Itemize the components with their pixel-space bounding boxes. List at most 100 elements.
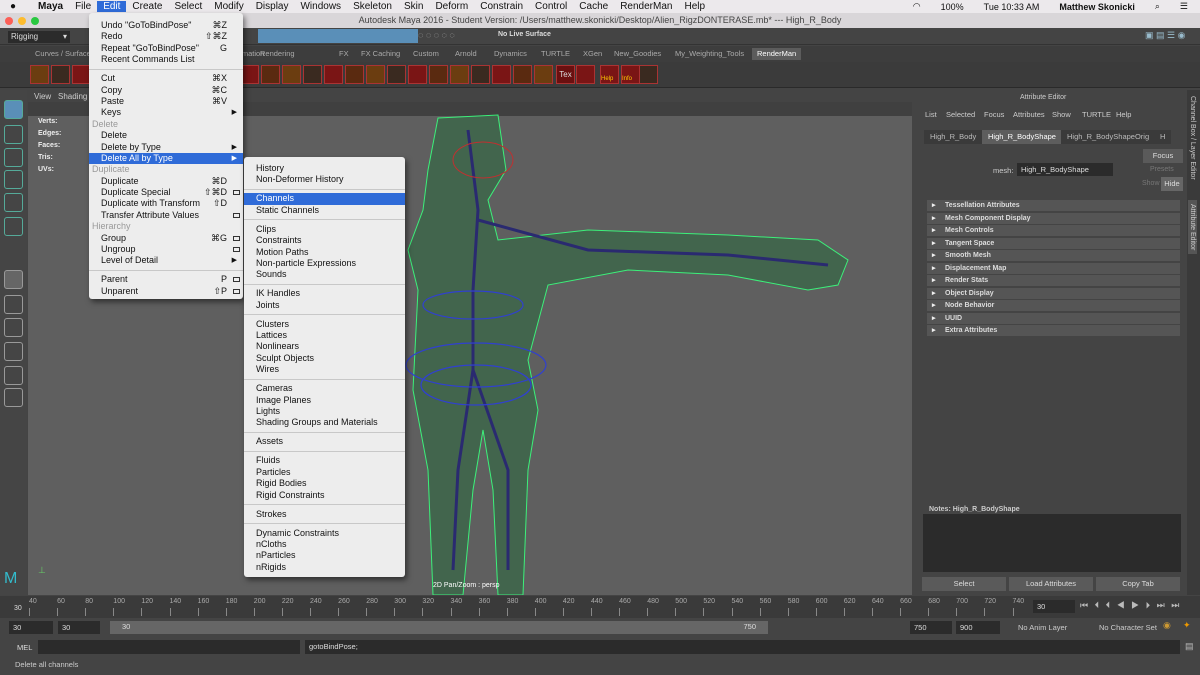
show-button[interactable]: Show [1142, 180, 1160, 187]
shelf-tab[interactable]: FX Caching [356, 48, 405, 60]
load-attributes-button[interactable]: Load Attributes [1009, 577, 1093, 591]
shelf-tool-icon[interactable] [261, 65, 280, 84]
menu-item-non-particle-expressions[interactable]: Non-particle Expressions [244, 258, 405, 269]
command-input[interactable] [38, 640, 300, 654]
layout-icon[interactable] [4, 318, 23, 337]
auto-key-icon[interactable]: ◉ [1163, 620, 1171, 631]
selection-mode-icons[interactable]: ◌ ◌ ◌ ◌ ◌ [418, 30, 498, 42]
shelf-tab[interactable]: Custom [408, 48, 444, 60]
menu-item-delete-by-type[interactable]: Delete by Type ▶ [89, 142, 243, 153]
close-window-button[interactable] [5, 17, 13, 25]
live-surface-field[interactable]: No Live Surface [498, 31, 551, 38]
menu-item-cut[interactable]: Cut ⌘X [89, 73, 243, 84]
menu-item-copy[interactable]: Copy ⌘C [89, 85, 243, 96]
menu-item-clusters[interactable]: Clusters [244, 319, 405, 330]
shelf-tab[interactable]: XGen [578, 48, 607, 60]
anim-layer-dropdown[interactable]: No Anim Layer [1018, 623, 1067, 632]
panel-toggle-icons[interactable]: ▣ ▤ ☰ ◉ [1145, 30, 1195, 42]
ae-section-header[interactable]: Tangent Space [927, 237, 1180, 249]
shelf-tab[interactable]: Dynamics [489, 48, 532, 60]
menu-item-constraints[interactable]: Constraints [244, 235, 405, 246]
shelf-tool-icon[interactable] [534, 65, 553, 84]
shelf-tool-icon[interactable] [30, 65, 49, 84]
menu-cache[interactable]: Cache [573, 1, 614, 12]
menu-deform[interactable]: Deform [429, 1, 474, 12]
tab-channel-box[interactable]: Channel Box / Layer Editor [1189, 96, 1196, 180]
ae-section-header[interactable]: UUID [927, 312, 1180, 324]
script-editor-icon[interactable]: ▤ [1185, 641, 1194, 652]
menu-renderman[interactable]: RenderMan [614, 1, 678, 12]
ae-section-header[interactable]: Tessellation Attributes [927, 200, 1180, 211]
menu-item-sounds[interactable]: Sounds [244, 269, 405, 280]
menu-item-delete-all-by-type[interactable]: Delete All by Type ▶ [89, 152, 243, 165]
shelf-tool-icon[interactable] [492, 65, 511, 84]
menu-edit[interactable]: Edit [97, 1, 127, 12]
shelf-tool-icon[interactable] [387, 65, 406, 84]
ae-section-header[interactable]: Render Stats [927, 275, 1180, 286]
single-view-layout-icon[interactable] [4, 270, 23, 289]
menu-help[interactable]: Help [678, 1, 711, 12]
select-button[interactable]: Select [922, 577, 1006, 591]
ae-menu-show[interactable]: Show [1052, 110, 1071, 119]
menu-maya[interactable]: Maya [32, 1, 69, 12]
mesh-name-field[interactable]: High_R_BodyShape [1017, 163, 1113, 176]
ae-node-tab[interactable]: High_R_BodyShape [982, 130, 1062, 144]
ae-node-tab[interactable]: High_R_BodyShapeOrig [1061, 130, 1156, 144]
ae-section-header[interactable]: Smooth Mesh [927, 250, 1180, 261]
shelf-tab[interactable]: Arnold [450, 48, 482, 60]
range-slider-bar[interactable]: 30 750 [110, 621, 768, 634]
menu-item-group[interactable]: Group ⌘G [89, 233, 243, 244]
tab-attribute-editor[interactable]: Attribute Editor [1188, 200, 1197, 255]
move-tool-icon[interactable] [4, 170, 23, 189]
menu-item-repeat-gotobindpose[interactable]: Repeat "GoToBindPose" G [89, 43, 243, 54]
shelf-tab[interactable]: FX [334, 48, 354, 60]
option-box-icon[interactable] [233, 277, 240, 283]
presets-button[interactable]: Presets [1150, 166, 1174, 173]
menu-control[interactable]: Control [529, 1, 573, 12]
shelf-tool-icon[interactable] [408, 65, 427, 84]
menu-skin[interactable]: Skin [398, 1, 429, 12]
ae-section-header[interactable]: Mesh Controls [927, 225, 1180, 236]
menu-item-lights[interactable]: Lights [244, 406, 405, 417]
option-box-icon[interactable] [233, 212, 240, 218]
playback-controls[interactable]: ⏮ ⏴ ⏴ ◀ ▶ ⏵ ⏭ ⏭ [1080, 600, 1181, 611]
menu-item-fluids[interactable]: Fluids [244, 455, 405, 466]
menu-item-history[interactable]: History [244, 163, 405, 174]
menu-modify[interactable]: Modify [208, 1, 249, 12]
ae-menu-attributes[interactable]: Attributes [1013, 110, 1045, 119]
ae-node-tab[interactable]: High_R_Body [924, 130, 983, 144]
menu-item-redo[interactable]: Redo ⇧⌘Z [89, 31, 243, 42]
menu-item-dynamic-constraints[interactable]: Dynamic Constraints [244, 528, 405, 539]
ae-section-header[interactable]: Mesh Component Display [927, 212, 1180, 224]
shelf-tool-icon[interactable] [303, 65, 322, 84]
shelf-tool-icon[interactable] [324, 65, 343, 84]
menu-item-level-of-detail[interactable]: Level of Detail ▶ [89, 255, 243, 266]
paint-select-tool-icon[interactable] [4, 148, 23, 167]
menu-item-shading-groups-and-materials[interactable]: Shading Groups and Materials [244, 417, 405, 428]
ae-section-header[interactable]: Object Display [927, 287, 1180, 299]
spotlight-search-icon[interactable]: ⌕ [1149, 1, 1166, 12]
menu-item-sculpt-objects[interactable]: Sculpt Objects [244, 353, 405, 364]
menu-display[interactable]: Display [250, 1, 295, 12]
current-frame-field[interactable]: 30 [1033, 600, 1075, 613]
shelf-tool-icon[interactable] [639, 65, 658, 84]
option-box-icon[interactable] [233, 288, 240, 294]
menu-item-keys[interactable]: Keys ▶ [89, 107, 243, 118]
shelf-help-button[interactable]: Help [600, 65, 619, 84]
script-language-toggle[interactable]: MEL [17, 643, 32, 652]
start-time-field[interactable]: 30 [9, 621, 53, 634]
shelf-tool-icon[interactable] [51, 65, 70, 84]
menu-item-cameras[interactable]: Cameras [244, 383, 405, 394]
menu-item-ungroup[interactable]: Ungroup [89, 244, 243, 255]
ae-menu-focus[interactable]: Focus [984, 110, 1004, 119]
shelf-tool-icon[interactable] [345, 65, 364, 84]
menu-item-nparticles[interactable]: nParticles [244, 550, 405, 561]
menu-item-clips[interactable]: Clips [244, 224, 405, 235]
menu-item-rigid-bodies[interactable]: Rigid Bodies [244, 478, 405, 489]
character-set-dropdown[interactable]: No Character Set [1099, 623, 1157, 632]
focus-button[interactable]: Focus [1143, 149, 1183, 163]
notes-textarea[interactable] [923, 514, 1181, 572]
four-view-layout-icon[interactable] [4, 295, 23, 314]
menu-item-ik-handles[interactable]: IK Handles [244, 288, 405, 299]
ae-section-header[interactable]: Displacement Map [927, 262, 1180, 274]
